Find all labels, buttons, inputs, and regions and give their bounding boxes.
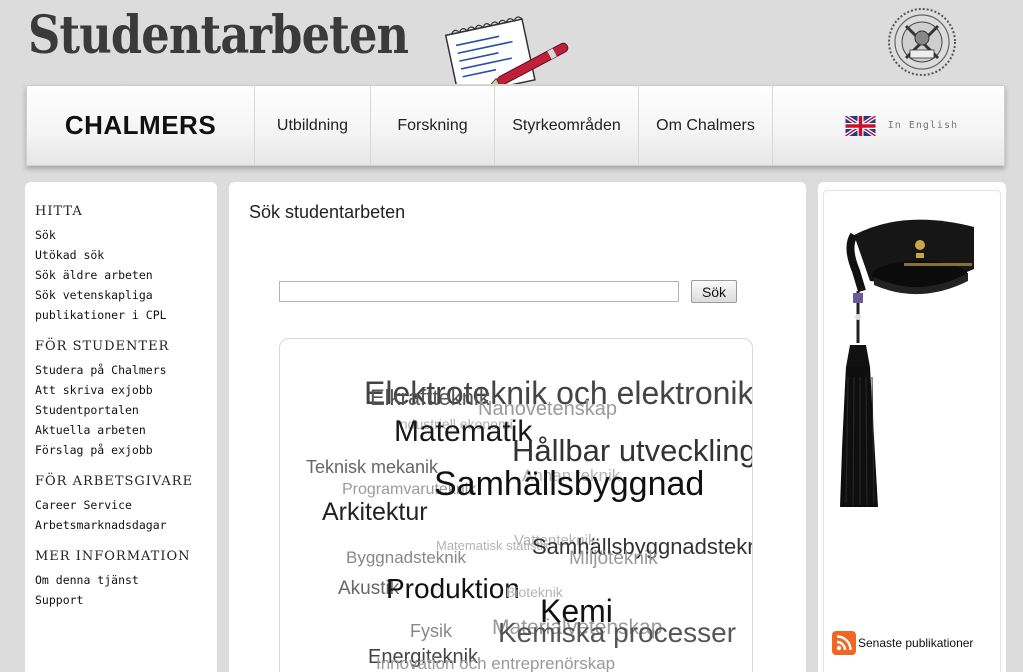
tag-link[interactable]: Samhällsbyggnad	[434, 467, 704, 501]
main-content: Sök studentarbeten Sök Elektroteknik och…	[229, 182, 806, 672]
tag-link[interactable]: Produktion	[386, 575, 520, 603]
sidebar-section-for-arbetsgivare: FÖR ARBETSGIVARE Career Service Arbetsma…	[35, 474, 207, 535]
page-title: Sök studentarbeten	[249, 202, 406, 222]
tag-link[interactable]: Innovation och entreprenörskap	[376, 655, 615, 672]
search-input[interactable]	[279, 281, 679, 302]
main-navigation: CHALMERS Utbildning Forskning Styrkeområ…	[26, 85, 1005, 166]
sidebar-link-aktuella-arbeten[interactable]: Aktuella arbeten	[35, 420, 207, 440]
sidebar-link-sok-vetenskapliga[interactable]: Sök vetenskapliga	[35, 285, 207, 305]
sidebar-link-career-service[interactable]: Career Service	[35, 495, 207, 515]
english-label: In English	[887, 120, 958, 131]
rss-latest-publications[interactable]: Senaste publikationer	[832, 631, 973, 655]
sidebar-link-sok[interactable]: Sök	[35, 225, 207, 245]
nav-item-om-chalmers[interactable]: Om Chalmers	[639, 86, 773, 165]
right-sidebar: Senaste publikationer	[818, 182, 1006, 672]
uk-flag-icon	[844, 115, 876, 136]
tag-link[interactable]: Kemiska processer	[498, 619, 736, 647]
rss-icon	[832, 631, 856, 655]
nav-item-forskning[interactable]: Forskning	[371, 86, 495, 165]
notepad-pen-illustration	[444, 16, 569, 84]
sidebar-link-studera[interactable]: Studera på Chalmers	[35, 360, 207, 380]
sidebar-link-arbetsmarknadsdagar[interactable]: Arbetsmarknadsdagar	[35, 515, 207, 535]
sidebar-link-support[interactable]: Support	[35, 590, 207, 610]
sidebar-link-sok-aldre[interactable]: Sök äldre arbeten	[35, 265, 207, 285]
language-switch-english[interactable]: In English	[844, 86, 1004, 165]
nav-item-utbildning[interactable]: Utbildning	[255, 86, 371, 165]
tag-cloud: Elektroteknik och elektronik Elkrafttekn…	[279, 338, 753, 672]
tag-link[interactable]: Arkitektur	[322, 500, 428, 525]
sidebar-section-hitta: HITTA Sök Utökad sök Sök äldre arbeten S…	[35, 204, 207, 325]
sidebar: HITTA Sök Utökad sök Sök äldre arbeten S…	[25, 182, 217, 672]
student-cap-tassel-image	[840, 219, 974, 507]
sidebar-heading: FÖR ARBETSGIVARE	[35, 474, 194, 489]
tag-link[interactable]: Miljöteknik	[569, 549, 658, 568]
tag-link[interactable]: Fysik	[410, 622, 452, 640]
sidebar-heading: HITTA	[35, 204, 83, 219]
sidebar-link-utokad-sok[interactable]: Utökad sök	[35, 245, 207, 265]
chalmers-seal-logo	[888, 8, 956, 76]
right-sidebar-box: Senaste publikationer	[823, 190, 1001, 672]
sidebar-link-om-tjansten[interactable]: Om denna tjänst	[35, 570, 207, 590]
nav-item-styrkeomraden[interactable]: Styrkeområden	[495, 86, 639, 165]
sidebar-link-forslag-exjobb[interactable]: Förslag på exjobb	[35, 440, 207, 460]
tag-link[interactable]: Byggnadsteknik	[346, 549, 466, 566]
rss-label: Senaste publikationer	[858, 636, 974, 650]
chalmers-logo[interactable]: CHALMERS	[27, 86, 255, 165]
sidebar-section-for-studenter: FÖR STUDENTER Studera på Chalmers Att sk…	[35, 339, 207, 460]
site-header: Studentarbeten	[0, 0, 1023, 84]
site-title[interactable]: Studentarbeten	[28, 10, 409, 62]
sidebar-heading: MER INFORMATION	[35, 549, 191, 564]
tag-link[interactable]: Hållbar utveckling	[512, 435, 752, 466]
sidebar-heading: FÖR STUDENTER	[35, 339, 170, 354]
sidebar-link-skriva-exjobb[interactable]: Att skriva exjobb	[35, 380, 207, 400]
search-button[interactable]: Sök	[691, 280, 737, 303]
sidebar-link-publikationer-cpl[interactable]: publikationer i CPL	[35, 305, 207, 325]
tag-link[interactable]: Teknisk mekanik	[306, 458, 438, 476]
sidebar-section-mer-information: MER INFORMATION Om denna tjänst Support	[35, 549, 207, 610]
tag-link[interactable]: Elkraftteknik	[370, 387, 490, 409]
sidebar-link-studentportalen[interactable]: Studentportalen	[35, 400, 207, 420]
